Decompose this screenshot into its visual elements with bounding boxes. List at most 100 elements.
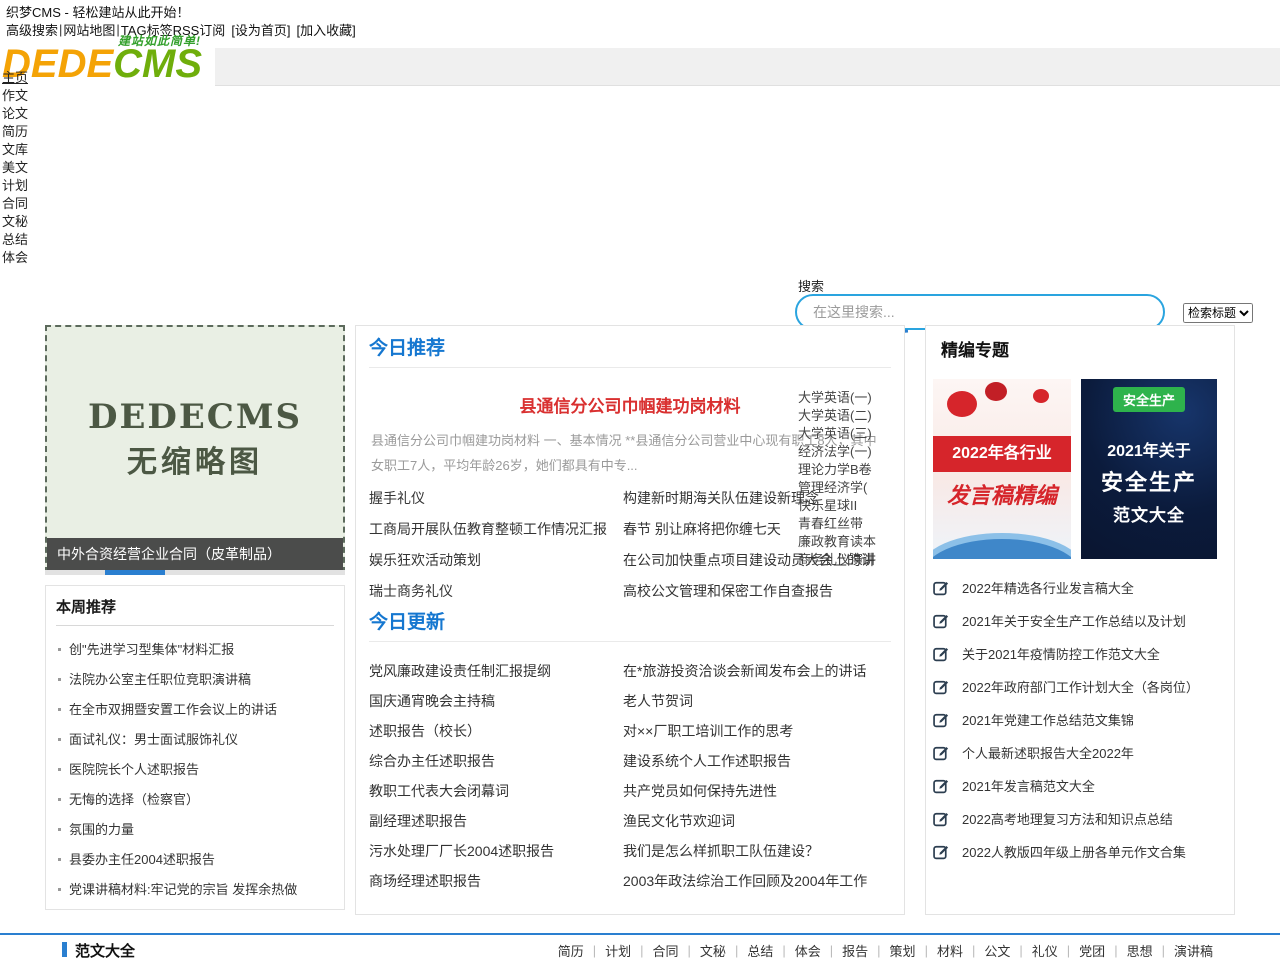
- article-link[interactable]: 工商局开展队伍教育整顿工作情况汇报: [369, 521, 607, 537]
- article-link[interactable]: 污水处理厂厂长2004述职报告: [369, 843, 554, 859]
- article-link[interactable]: 瑞士商务礼仪: [369, 583, 453, 599]
- category-link[interactable]: 简历: [549, 941, 593, 960]
- nav-link-zongjie[interactable]: 总结: [2, 232, 28, 247]
- list-item[interactable]: 2021年发言稿范文大全: [931, 769, 1229, 802]
- category-link[interactable]: 礼仪: [1023, 941, 1067, 960]
- hot-tag[interactable]: 廉政教育读本: [798, 533, 890, 551]
- nav-link-zuowen[interactable]: 作文: [2, 88, 28, 103]
- category-link[interactable]: 策划: [881, 941, 925, 960]
- list-item[interactable]: 2021年关于安全生产工作总结以及计划: [931, 604, 1229, 637]
- article-link[interactable]: 商场经理述职报告: [369, 873, 481, 889]
- list-item[interactable]: 2022人教版四年级上册各单元作文合集: [931, 835, 1229, 868]
- article-link[interactable]: 娱乐狂欢活动策划: [369, 552, 481, 568]
- list-item[interactable]: 在全市双拥暨安置工作会议上的讲话: [56, 696, 338, 726]
- nav-item-jihua[interactable]: 计划: [2, 178, 28, 196]
- article-link[interactable]: 在全市双拥暨安置工作会议上的讲话: [69, 702, 277, 717]
- nav-item-wenmi[interactable]: 文秘: [2, 214, 28, 232]
- topic-link[interactable]: 关于2021年疫情防控工作范文大全: [962, 644, 1160, 663]
- list-item[interactable]: 党风廉政建设责任制汇报提纲: [369, 658, 623, 688]
- article-link[interactable]: 副经理述职报告: [369, 813, 467, 829]
- nav-item-zuowen[interactable]: 作文: [2, 88, 28, 106]
- list-item[interactable]: 高校公文管理和保密工作自查报告: [623, 579, 899, 610]
- list-item[interactable]: 医院院长个人述职报告: [56, 756, 338, 786]
- category-link[interactable]: 合同: [644, 941, 688, 960]
- topic-link[interactable]: 2022高考地理复习方法和知识点总结: [962, 809, 1173, 828]
- category-link[interactable]: 总结: [738, 941, 782, 960]
- slider-pager-current[interactable]: [105, 570, 165, 575]
- topic-link[interactable]: 2022年政府部门工作计划大全（各岗位）: [962, 677, 1199, 696]
- topic-link[interactable]: 2021年党建工作总结范文集锦: [962, 710, 1134, 729]
- list-item[interactable]: 商场经理述职报告: [369, 868, 623, 898]
- list-item[interactable]: 2003年政法综治工作回顾及2004年工作: [623, 868, 899, 898]
- topic-link[interactable]: 2021年发言稿范文大全: [962, 776, 1095, 795]
- article-link[interactable]: 国庆通宵晚会主持稿: [369, 693, 495, 709]
- article-link[interactable]: 氛围的力量: [69, 822, 134, 837]
- topic-link[interactable]: 2021年关于安全生产工作总结以及计划: [962, 611, 1186, 630]
- category-link[interactable]: 体会: [786, 941, 830, 960]
- list-item[interactable]: 教职工代表大会闭幕词: [369, 778, 623, 808]
- list-item[interactable]: 副经理述职报告: [369, 808, 623, 838]
- nav-item-home[interactable]: 主页: [2, 70, 28, 88]
- topic-link[interactable]: 2022年精选各行业发言稿大全: [962, 578, 1134, 597]
- article-link[interactable]: 渔民文化节欢迎词: [623, 813, 735, 829]
- list-item[interactable]: 创"先进学习型集体"材料汇报: [56, 636, 338, 666]
- list-item[interactable]: 法院办公室主任职位竞职演讲稿: [56, 666, 338, 696]
- list-item[interactable]: 工商局开展队伍教育整顿工作情况汇报: [369, 517, 623, 548]
- list-item[interactable]: 党课讲稿材料:牢记党的宗旨 发挥余热做: [56, 876, 338, 906]
- article-link[interactable]: 述职报告（校长）: [369, 723, 481, 739]
- article-link[interactable]: 综合办主任述职报告: [369, 753, 495, 769]
- nav-link-jihua[interactable]: 计划: [2, 178, 28, 193]
- list-item[interactable]: 氛围的力量: [56, 816, 338, 846]
- nav-item-meiwen[interactable]: 美文: [2, 160, 28, 178]
- topbar-link-set-homepage[interactable]: [设为首页]: [231, 20, 290, 39]
- nav-item-jianli[interactable]: 简历: [2, 124, 28, 142]
- list-item[interactable]: 2022高考地理复习方法和知识点总结: [931, 802, 1229, 835]
- list-item[interactable]: 国庆通宵晚会主持稿: [369, 688, 623, 718]
- category-link[interactable]: 文秘: [691, 941, 735, 960]
- article-link[interactable]: 2003年政法综治工作回顾及2004年工作: [623, 873, 867, 889]
- hot-tag[interactable]: 大学英语(三): [798, 425, 890, 443]
- nav-link-meiwen[interactable]: 美文: [2, 160, 28, 175]
- list-item[interactable]: 述职报告（校长）: [369, 718, 623, 748]
- list-item[interactable]: 握手礼仪: [369, 486, 623, 517]
- topbar-link-sitemap[interactable]: 网站地图: [63, 20, 115, 39]
- article-link[interactable]: 构建新时期海关队伍建设新理念: [623, 490, 819, 506]
- nav-link-jianli[interactable]: 简历: [2, 124, 28, 139]
- search-scope-select[interactable]: 检索标题: [1183, 303, 1253, 323]
- nav-item-zongjie[interactable]: 总结: [2, 232, 28, 250]
- featured-slide[interactable]: DEDECMS 无缩略图 中外合资经营企业合同（皮革制品）: [45, 325, 345, 573]
- topic-banner-safety-2021[interactable]: 安全生产 2021年关于 安全生产 范文大全: [1081, 379, 1217, 559]
- hot-tag[interactable]: 理论力学B卷: [798, 461, 890, 479]
- category-link[interactable]: 计划: [596, 941, 640, 960]
- list-item[interactable]: 关于2021年疫情防控工作范文大全: [931, 637, 1229, 670]
- list-item[interactable]: 共产党员如何保持先进性: [623, 778, 899, 808]
- category-link[interactable]: 公文: [975, 941, 1019, 960]
- hot-tag[interactable]: 大学英语(一): [798, 389, 890, 407]
- slider-pager[interactable]: [45, 570, 345, 575]
- article-link[interactable]: 医院院长个人述职报告: [69, 762, 199, 777]
- topic-link[interactable]: 个人最新述职报告大全2022年: [962, 743, 1134, 762]
- hot-tag[interactable]: 青春红丝带: [798, 515, 890, 533]
- topic-banner-speech-2022[interactable]: 2022年各行业 发言稿精编: [933, 379, 1071, 559]
- nav-item-wenku[interactable]: 文库: [2, 142, 28, 160]
- nav-link-lunwen[interactable]: 论文: [2, 106, 28, 121]
- list-item[interactable]: 瑞士商务礼仪: [369, 579, 623, 610]
- nav-link-wenku[interactable]: 文库: [2, 142, 28, 157]
- nav-item-hetong[interactable]: 合同: [2, 196, 28, 214]
- list-item[interactable]: 2022年精选各行业发言稿大全: [931, 571, 1229, 604]
- list-item[interactable]: 建设系统个人工作述职报告: [623, 748, 899, 778]
- article-link[interactable]: 高校公文管理和保密工作自查报告: [623, 583, 833, 599]
- topbar-link-advanced-search[interactable]: 高级搜索: [6, 20, 58, 39]
- list-item[interactable]: 对××厂职工培训工作的思考: [623, 718, 899, 748]
- list-item[interactable]: 我们是怎么样抓职工队伍建设？: [623, 838, 899, 868]
- hot-tag[interactable]: 经济法学(一): [798, 443, 890, 461]
- list-item[interactable]: 县委办主任2004述职报告: [56, 846, 338, 876]
- list-item[interactable]: 污水处理厂厂长2004述职报告: [369, 838, 623, 868]
- list-item[interactable]: 面试礼仪：男士面试服饰礼仪: [56, 726, 338, 756]
- hot-tag[interactable]: 大学英语(二): [798, 407, 890, 425]
- nav-item-tihui[interactable]: 体会: [2, 250, 28, 268]
- hot-tag[interactable]: 商务礼仪演讲: [798, 551, 890, 569]
- article-link[interactable]: 握手礼仪: [369, 490, 425, 506]
- hot-tag[interactable]: 管理经济学(: [798, 479, 890, 497]
- article-link[interactable]: 教职工代表大会闭幕词: [369, 783, 509, 799]
